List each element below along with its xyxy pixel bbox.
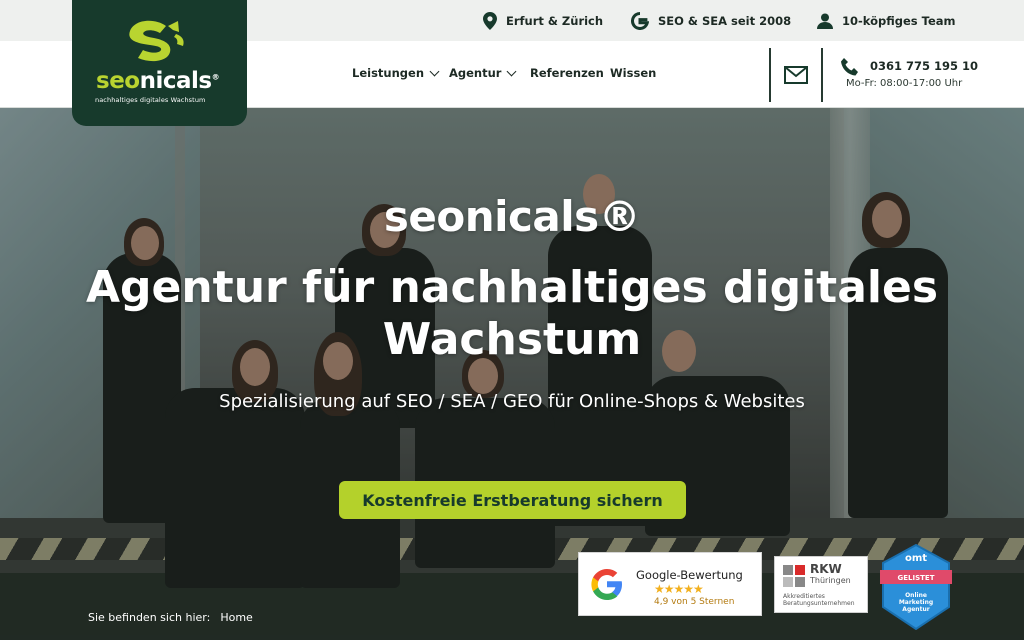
- google-rating-stars: ★★★★★: [654, 582, 704, 596]
- nav-item-label: Leistungen: [352, 66, 425, 80]
- omt-shield-icon: omt GELISTET: [880, 543, 952, 631]
- logo-wordmark: seonicals®: [96, 68, 220, 94]
- chevron-down-icon: [429, 66, 440, 76]
- logo-word-part1: seo: [96, 68, 140, 94]
- rkw-logo-icon: [783, 565, 805, 587]
- nav-divider: [821, 48, 823, 102]
- nav-divider: [769, 48, 771, 102]
- nav-item-label: Agentur: [449, 66, 502, 80]
- omt-description: Online Marketing Agentur: [898, 592, 934, 613]
- office-hours: Mo-Fr: 08:00-17:00 Uhr: [846, 78, 963, 89]
- team-text: 10-köpfiges Team: [842, 13, 956, 28]
- rkw-name: RKW: [810, 562, 842, 576]
- rkw-badge[interactable]: RKW Thüringen Akkreditiertes Beratungsun…: [774, 556, 868, 613]
- phone-number[interactable]: 0361 775 195 10: [870, 59, 978, 73]
- mail-icon[interactable]: [784, 66, 808, 88]
- nav-item-wissen[interactable]: Wissen: [610, 66, 656, 80]
- google-rating-title: Google-Bewertung: [636, 568, 743, 582]
- location-text: Erfurt & Zürich: [506, 13, 604, 28]
- hero-section: [0, 108, 1024, 640]
- nav-item-referenzen[interactable]: Referenzen: [530, 66, 604, 80]
- since-text: SEO & SEA seit 2008: [658, 13, 792, 28]
- google-g-icon: [631, 11, 649, 30]
- omt-badge[interactable]: omt GELISTET Online Marketing Agentur: [880, 543, 952, 631]
- nav-item-agentur[interactable]: Agentur: [449, 66, 517, 80]
- omt-top-text: omt: [905, 553, 927, 564]
- hero-subtitle: Spezialisierung auf SEO / SEA / GEO für …: [219, 391, 805, 412]
- nav-item-label: Referenzen: [530, 66, 604, 80]
- person-icon: [817, 13, 833, 29]
- logo[interactable]: seonicals® nachhaltiges digitales Wachst…: [72, 0, 247, 126]
- hero-brand: seonicals®: [383, 192, 641, 241]
- omt-label-text: GELISTET: [898, 574, 935, 582]
- logo-word-part2: nicals: [139, 68, 213, 94]
- logo-tagline: nachhaltiges digitales Wachstum: [95, 96, 206, 104]
- chevron-down-icon: [507, 66, 517, 76]
- breadcrumb-home-link[interactable]: Home: [220, 611, 252, 624]
- rkw-note: Akkreditiertes Beratungsunternehmen: [783, 593, 855, 607]
- topbar-team: 10-köpfiges Team: [817, 0, 956, 41]
- nav-item-label: Wissen: [610, 66, 657, 80]
- breadcrumb-prefix: Sie befinden sich hier:: [88, 611, 211, 624]
- hero-title: Agentur für nachhaltiges digitales Wachs…: [85, 262, 939, 365]
- google-rating-badge[interactable]: Google-Bewertung ★★★★★ 4,9 von 5 Sternen: [578, 552, 762, 616]
- google-logo-icon: [591, 569, 622, 600]
- hero-dark-overlay: [0, 108, 1024, 640]
- rkw-region: Thüringen: [810, 576, 851, 585]
- google-rating-score: 4,9 von 5 Sternen: [654, 597, 735, 607]
- breadcrumb: Sie befinden sich hier: Home: [88, 611, 253, 624]
- topbar-location: Erfurt & Zürich: [483, 0, 603, 41]
- cta-button[interactable]: Kostenfreie Erstberatung sichern: [339, 481, 686, 519]
- logo-registered: ®: [211, 72, 220, 82]
- location-pin-icon: [483, 11, 497, 30]
- topbar-since: SEO & SEA seit 2008: [631, 0, 791, 41]
- logo-mark-icon: [129, 20, 184, 62]
- nav-item-leistungen[interactable]: Leistungen: [352, 66, 440, 80]
